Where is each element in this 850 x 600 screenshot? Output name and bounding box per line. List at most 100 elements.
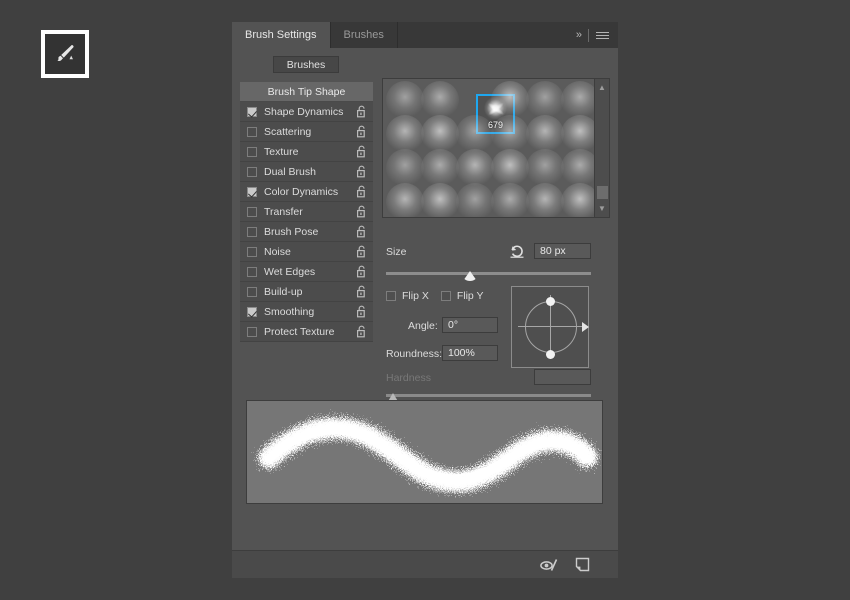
brush-thumbnail[interactable]: [421, 149, 459, 187]
open-padlock-icon[interactable]: [356, 325, 367, 338]
brush-thumbnail[interactable]: [526, 149, 564, 187]
hamburger-menu-icon[interactable]: [596, 31, 609, 39]
size-slider-track: [386, 272, 591, 275]
chevron-down-icon[interactable]: ▼: [595, 202, 609, 215]
brush-option-checkbox[interactable]: [247, 266, 257, 277]
brush-stroke-preview: [246, 400, 603, 504]
roundness-input[interactable]: 100%: [442, 345, 498, 361]
brush-grid-scrollbar[interactable]: ▲ ▼: [594, 79, 609, 217]
open-padlock-icon[interactable]: [356, 205, 367, 218]
brush-option-label: Color Dynamics: [264, 185, 339, 198]
brush-option-label: Protect Texture: [264, 325, 335, 338]
tab-brush-settings[interactable]: Brush Settings: [232, 22, 331, 48]
angle-marker-icon[interactable]: [582, 322, 589, 332]
brush-thumbnail[interactable]: [491, 81, 529, 119]
brush-option-transfer[interactable]: Transfer: [240, 202, 373, 222]
brush-option-label: Build-up: [264, 285, 303, 298]
open-padlock-icon[interactable]: [356, 105, 367, 118]
scrollbar-thumb[interactable]: [597, 186, 608, 199]
brush-option-build-up[interactable]: Build-up: [240, 282, 373, 302]
brush-option-scattering[interactable]: Scattering: [240, 122, 373, 142]
active-tool-badge[interactable]: [41, 30, 89, 78]
roundness-handle-top[interactable]: [546, 297, 555, 306]
brush-thumbnail[interactable]: [386, 149, 424, 187]
brush-settings-toggle-icon[interactable]: [539, 558, 559, 572]
double-chevron-right-icon[interactable]: »: [576, 29, 582, 41]
tab-brushes[interactable]: Brushes: [330, 22, 398, 48]
chevron-up-icon[interactable]: ▲: [595, 81, 609, 94]
size-slider[interactable]: [386, 270, 591, 282]
brush-option-dual-brush[interactable]: Dual Brush: [240, 162, 373, 182]
brushes-button[interactable]: Brushes: [273, 56, 339, 73]
brush-option-wet-edges[interactable]: Wet Edges: [240, 262, 373, 282]
brush-thumbnail[interactable]: [561, 81, 594, 119]
brush-option-checkbox[interactable]: [247, 146, 257, 157]
brush-option-checkbox[interactable]: [247, 166, 257, 177]
brush-thumbnail[interactable]: [421, 183, 459, 217]
brush-option-checkbox[interactable]: [247, 326, 257, 337]
open-padlock-icon[interactable]: [356, 165, 367, 178]
angle-roundness-control[interactable]: [511, 286, 589, 368]
open-padlock-icon[interactable]: [356, 185, 367, 198]
tool-badge-inner: [45, 34, 85, 74]
brush-option-shape-dynamics[interactable]: Shape Dynamics: [240, 102, 373, 122]
flip-y-checkbox[interactable]: [440, 291, 451, 301]
brush-thumbnail[interactable]: [561, 149, 594, 187]
flip-x-checkbox[interactable]: [386, 291, 396, 301]
brush-thumbnail[interactable]: [386, 183, 424, 217]
brush-option-checkbox[interactable]: [247, 206, 257, 217]
brush-thumbnail-area[interactable]: 679: [383, 79, 594, 217]
new-brush-preset-icon[interactable]: [575, 557, 590, 572]
size-input[interactable]: 80 px: [534, 243, 591, 259]
brush-thumbnail[interactable]: [561, 115, 594, 153]
reset-arrow-icon[interactable]: [509, 244, 525, 264]
open-padlock-icon[interactable]: [356, 125, 367, 138]
brush-preset-grid[interactable]: 679 ▲ ▼: [382, 78, 610, 218]
angle-control-circle: [525, 301, 577, 353]
brush-thumbnail[interactable]: [491, 183, 529, 217]
brush-option-checkbox[interactable]: [247, 226, 257, 237]
brush-thumbnail[interactable]: [491, 149, 529, 187]
brush-option-brush-pose[interactable]: Brush Pose: [240, 222, 373, 242]
open-padlock-icon[interactable]: [356, 145, 367, 158]
brush-thumbnail[interactable]: [421, 81, 459, 119]
flip-y-label: Flip Y: [456, 290, 484, 302]
brush-thumbnail[interactable]: [491, 115, 529, 153]
brush-option-checkbox[interactable]: [247, 286, 257, 297]
brush-option-checkbox[interactable]: [247, 306, 257, 317]
angle-label: Angle:: [408, 320, 438, 332]
brush-thumbnail[interactable]: [561, 183, 594, 217]
brush-option-checkbox[interactable]: [247, 246, 257, 257]
tabstrip-tools: »: [575, 22, 618, 48]
brush-tip-shape-row[interactable]: Brush Tip Shape: [240, 82, 373, 102]
brush-thumbnail[interactable]: [456, 183, 494, 217]
open-padlock-icon[interactable]: [356, 305, 367, 318]
open-padlock-icon[interactable]: [356, 285, 367, 298]
brush-thumbnail[interactable]: [456, 149, 494, 187]
brush-thumbnail[interactable]: [526, 183, 564, 217]
brush-option-protect-texture[interactable]: Protect Texture: [240, 322, 373, 342]
brush-option-color-dynamics[interactable]: Color Dynamics: [240, 182, 373, 202]
roundness-handle-bottom[interactable]: [546, 350, 555, 359]
angle-input[interactable]: 0°: [442, 317, 498, 333]
brush-thumbnail[interactable]: [386, 115, 424, 153]
brush-option-checkbox[interactable]: [247, 106, 257, 117]
open-padlock-icon[interactable]: [356, 265, 367, 278]
tabstrip-spacer: [397, 22, 576, 48]
brush-thumbnail[interactable]: [421, 115, 459, 153]
open-padlock-icon[interactable]: [356, 245, 367, 258]
brush-option-smoothing[interactable]: Smoothing: [240, 302, 373, 322]
brush-thumbnail[interactable]: [526, 115, 564, 153]
brush-option-texture[interactable]: Texture: [240, 142, 373, 162]
angle-control-horizontal-axis: [518, 326, 584, 327]
brush-thumbnail[interactable]: [526, 81, 564, 119]
brush-settings-panel: Brush Settings Brushes » Brushes Brush T…: [232, 22, 618, 578]
hardness-label: Hardness: [386, 372, 431, 384]
brush-option-noise[interactable]: Noise: [240, 242, 373, 262]
brush-thumbnail[interactable]: [456, 115, 494, 153]
brush-option-checkbox[interactable]: [247, 186, 257, 197]
brush-thumbnail[interactable]: [386, 81, 424, 119]
open-padlock-icon[interactable]: [356, 225, 367, 238]
brush-option-checkbox[interactable]: [247, 126, 257, 137]
size-slider-thumb[interactable]: [463, 271, 478, 281]
